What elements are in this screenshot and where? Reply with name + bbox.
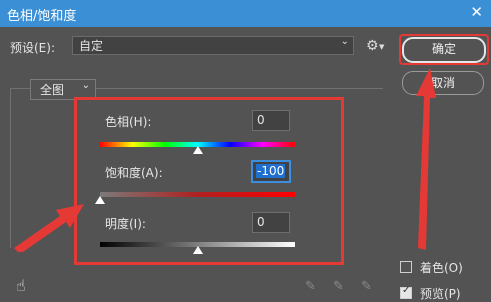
colorize-label: 着色(O) [420, 261, 463, 275]
colorize-checkbox[interactable] [400, 261, 412, 273]
preview-checkbox[interactable] [400, 285, 412, 299]
title-bar: 色相/饱和度 ✕ [0, 0, 491, 27]
saturation-input[interactable]: -100 [252, 161, 290, 182]
eyedropper-minus-icon[interactable]: ✎ [361, 279, 372, 294]
range-value: 全图 [40, 83, 65, 97]
lightness-label: 明度(I): [105, 217, 146, 231]
hue-slider-handle[interactable] [192, 146, 203, 154]
preset-value: 自定 [79, 39, 104, 53]
window-title: 色相/饱和度 [7, 9, 77, 24]
hand-tool-icon[interactable]: ☝ [16, 276, 26, 295]
chevron-down-icon: ⌄ [81, 80, 90, 91]
close-icon[interactable]: ✕ [470, 3, 483, 21]
lightness-input[interactable]: 0 [252, 212, 290, 233]
saturation-slider-handle[interactable] [95, 196, 105, 204]
preview-label: 预览(P) [420, 287, 461, 301]
gear-icon[interactable]: ⚙ [366, 38, 379, 54]
eyedropper-icon[interactable]: ✎ [305, 279, 316, 294]
hue-value: 0 [257, 113, 265, 127]
lightness-value: 0 [257, 215, 265, 229]
annotation-arrow-left [14, 204, 84, 252]
chevron-down-icon: ⌄ [340, 36, 349, 47]
annotation-arrow-up [416, 68, 436, 250]
preset-label: 预设(E): [10, 41, 55, 55]
hue-label: 色相(H): [105, 115, 152, 129]
hue-input[interactable]: 0 [252, 110, 290, 131]
saturation-label: 饱和度(A): [105, 166, 163, 180]
saturation-value: -100 [256, 164, 286, 178]
lightness-slider-handle[interactable] [192, 246, 203, 254]
caret-down-icon[interactable]: ▼ [379, 43, 384, 51]
ok-button[interactable]: 确定 [402, 37, 486, 63]
saturation-slider-track[interactable] [100, 192, 295, 197]
preset-dropdown[interactable]: 自定 ⌄ [72, 36, 354, 55]
eyedropper-plus-icon[interactable]: ✎ [333, 279, 344, 294]
